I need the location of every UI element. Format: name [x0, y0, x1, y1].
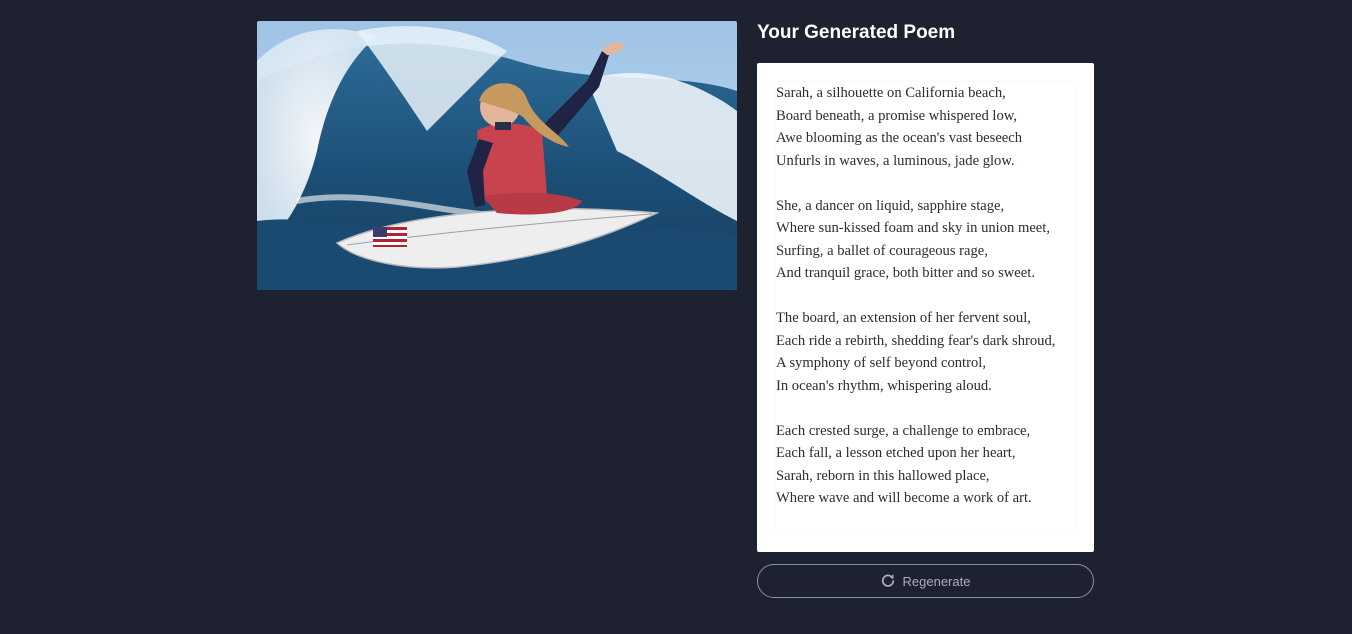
regenerate-label: Regenerate	[902, 573, 971, 589]
poem-text: Sarah, a silhouette on California beach,…	[776, 82, 1076, 532]
poem-title: Your Generated Poem	[757, 22, 956, 43]
refresh-icon	[881, 574, 895, 588]
regenerate-button[interactable]: Regenerate	[757, 564, 1094, 598]
poem-card: Sarah, a silhouette on California beach,…	[757, 63, 1094, 552]
poem-page: Your Generated Poem Sarah, a silhouette …	[0, 0, 1352, 634]
surfer-photo	[257, 21, 737, 290]
